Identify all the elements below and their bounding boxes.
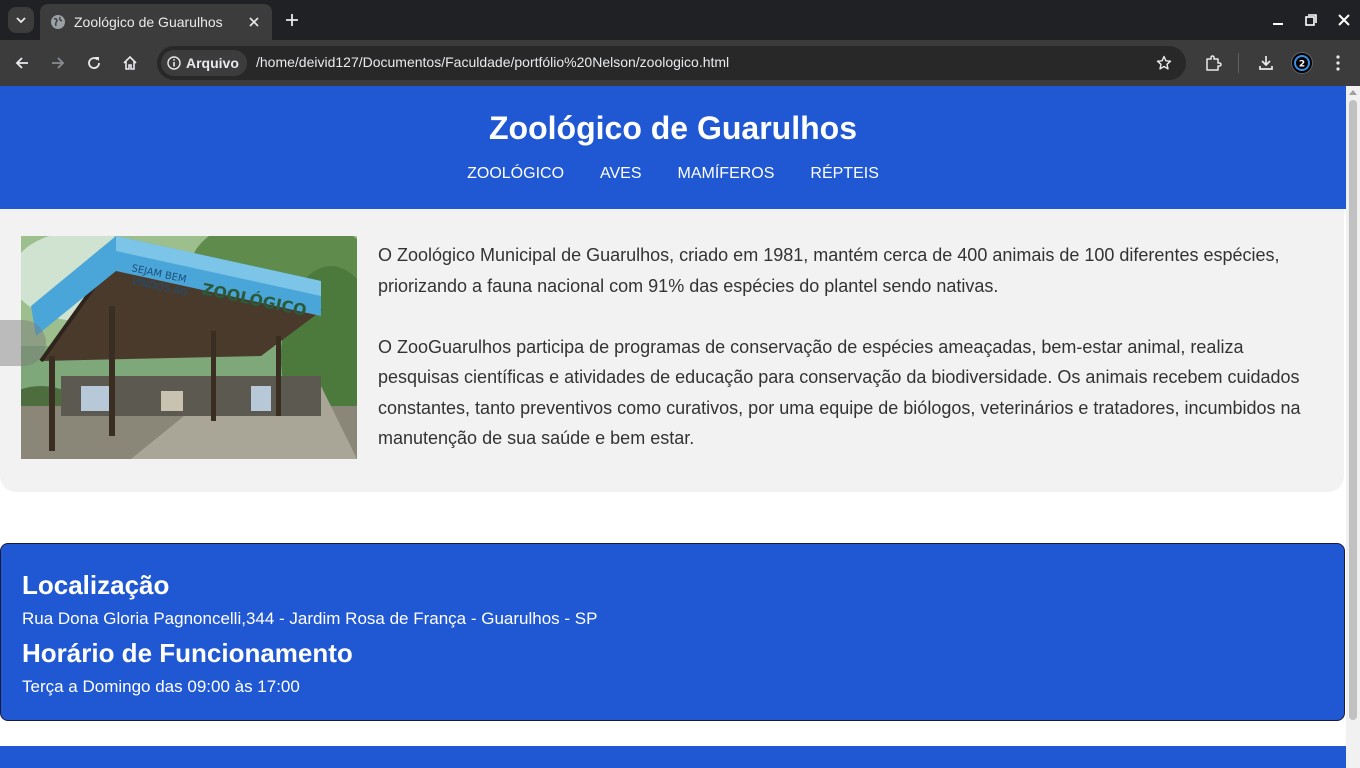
- info-section: Localização Rua Dona Gloria Pagnoncelli,…: [0, 543, 1345, 721]
- site-chip-label: Arquivo: [186, 55, 239, 71]
- info-icon: [167, 56, 181, 70]
- nav-link-mamiferos[interactable]: MAMÍFEROS: [678, 165, 775, 183]
- tab-title: Zoológico de Guarulhos: [74, 14, 223, 30]
- reload-icon: [88, 57, 100, 69]
- site-header: Zoológico de Guarulhos ZOOLÓGICO AVES MA…: [0, 86, 1346, 209]
- address-bar[interactable]: Arquivo /home/deivid127/Documentos/Facul…: [157, 46, 1186, 80]
- tab-search-button[interactable]: [8, 7, 34, 33]
- forward-button[interactable]: [43, 48, 73, 78]
- reload-button[interactable]: [79, 48, 109, 78]
- chevron-down-icon: [16, 17, 26, 24]
- globe-icon: [51, 15, 65, 29]
- forward-icon: [52, 57, 65, 69]
- restore-button[interactable]: [1294, 0, 1327, 40]
- nav-link-repteis[interactable]: RÉPTEIS: [810, 165, 878, 183]
- nav-link-zoologico[interactable]: ZOOLÓGICO: [467, 165, 564, 183]
- extensions-button[interactable]: [1198, 48, 1228, 78]
- browser-tab-bar: Zoológico de Guarulhos: [0, 0, 1360, 40]
- minimize-icon: [1272, 23, 1283, 25]
- toolbar-separator: [1238, 53, 1239, 73]
- close-icon: [1337, 14, 1350, 26]
- scroll-up-arrow-icon[interactable]: [1349, 90, 1357, 95]
- site-info-chip[interactable]: Arquivo: [161, 50, 247, 76]
- scrollbar-thumb[interactable]: [1349, 100, 1357, 720]
- back-button[interactable]: [7, 48, 37, 78]
- close-window-button[interactable]: [1327, 0, 1360, 40]
- url-text[interactable]: /home/deivid127/Documentos/Faculdade/por…: [256, 54, 729, 70]
- svg-text:2: 2: [1299, 60, 1305, 70]
- tab-close-button[interactable]: [244, 12, 264, 32]
- close-icon: [249, 17, 259, 27]
- browser-toolbar: Arquivo /home/deivid127/Documentos/Facul…: [0, 40, 1360, 86]
- page-scrollbar[interactable]: [1346, 86, 1360, 768]
- intro-paragraph: O Zoológico Municipal de Guarulhos, cria…: [378, 245, 1280, 296]
- hours-text: Terça a Domingo das 09:00 às 17:00: [22, 677, 300, 696]
- site-title: Zoológico de Guarulhos: [489, 110, 857, 146]
- location-heading: Localização: [22, 570, 170, 600]
- hours-heading: Horário de Funcionamento: [22, 638, 353, 668]
- intro-paragraph: O ZooGuarulhos participa de programas de…: [378, 336, 1301, 449]
- window-controls: [1261, 0, 1360, 40]
- bookmark-button[interactable]: [1154, 53, 1174, 73]
- site-nav: ZOOLÓGICO AVES MAMÍFEROS RÉPTEIS: [0, 165, 1346, 183]
- new-tab-button[interactable]: [281, 9, 303, 31]
- plus-icon: [286, 14, 298, 26]
- kebab-menu-icon: [1336, 55, 1340, 71]
- home-button[interactable]: [115, 48, 145, 78]
- home-icon: [123, 55, 137, 70]
- nav-link-aves[interactable]: AVES: [600, 165, 642, 183]
- profile-avatar[interactable]: 2: [1291, 52, 1313, 74]
- download-icon: [1259, 56, 1273, 70]
- browser-tab[interactable]: Zoológico de Guarulhos: [40, 4, 272, 40]
- star-icon: [1156, 55, 1172, 70]
- zoo-entrance-photo: SEJAM BEM VINDOS AO ZOOLÓGICO: [21, 236, 357, 459]
- restore-icon: [1304, 14, 1317, 26]
- browser-menu-button[interactable]: [1323, 48, 1353, 78]
- intro-text: O Zoológico Municipal de Guarulhos, cria…: [378, 240, 1318, 454]
- downloads-button[interactable]: [1251, 48, 1281, 78]
- minimize-button[interactable]: [1261, 0, 1294, 40]
- profile-icon: 2: [1294, 55, 1310, 71]
- address-text: Rua Dona Gloria Pagnoncelli,344 - Jardim…: [22, 609, 598, 628]
- site-footer: [0, 746, 1346, 768]
- page-viewport: Zoológico de Guarulhos ZOOLÓGICO AVES MA…: [0, 86, 1346, 768]
- intro-section: SEJAM BEM VINDOS AO ZOOLÓGICO O Zoológic…: [0, 209, 1344, 492]
- back-icon: [15, 57, 28, 69]
- extensions-icon: [1206, 55, 1222, 71]
- carousel-prev-button[interactable]: [0, 320, 46, 366]
